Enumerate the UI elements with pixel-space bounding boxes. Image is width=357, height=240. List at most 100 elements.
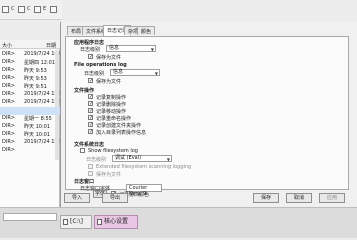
toolbar-item-3[interactable]: E: [43, 6, 46, 12]
file-ops-log-level-select[interactable]: 信息 ▼: [110, 69, 160, 76]
taskbar-tab-settings[interactable]: 核心设置: [94, 215, 138, 229]
file-row-date: 昨天 9:51: [24, 84, 47, 90]
chevron-down-icon: ▼: [150, 47, 154, 52]
app-log-save-checkbox[interactable]: ✓: [88, 54, 93, 60]
file-row-size: DIR>: [2, 67, 15, 73]
file-list-scrollbar[interactable]: [55, 50, 59, 160]
chevron-down-icon: ▼: [166, 157, 170, 162]
toolbar-item-1[interactable]: C: [11, 6, 15, 12]
app-log-level-label: 日志级别: [80, 47, 101, 53]
file-op-checkbox[interactable]: ✓: [88, 115, 93, 121]
column-header-date[interactable]: 日期: [46, 42, 56, 49]
file-row-size: DIR>: [2, 91, 15, 97]
file-ops-log-save-label: 保存为文件: [96, 79, 122, 85]
drive-icon: [63, 219, 68, 225]
column-header-size[interactable]: 大小: [2, 42, 12, 49]
section-file-ops: 文件操作: [74, 88, 95, 94]
chevron-down-icon: ▼: [154, 71, 158, 76]
app-log-save-label: 保存为文件: [96, 55, 122, 61]
drive-icon[interactable]: [2, 6, 9, 13]
cancel-button[interactable]: 取消: [286, 193, 312, 203]
fs-log-level-label: 日志级别: [86, 157, 107, 163]
file-row-date: 昨天 10:01: [24, 132, 50, 138]
file-op-checkbox[interactable]: ✓: [88, 108, 93, 114]
fs-log-level-select[interactable]: 调试 (Eval) ▼: [112, 155, 172, 162]
file-op-checkbox[interactable]: ✓: [88, 101, 93, 107]
file-row-size: DIR>: [2, 147, 15, 153]
file-row[interactable]: DIR> 星期一 8:55: [0, 114, 60, 122]
toolbar: C C E: [0, 0, 62, 20]
file-op-label: 记录删除操作: [96, 102, 127, 108]
file-row-date: 星期一 8:55: [24, 116, 52, 122]
disk-icon[interactable]: [34, 6, 41, 13]
section-log-window: 日志窗口: [74, 179, 95, 185]
options-dialog: 布局 文件系统 日志记录 杂项 颜色 应用程序日志 日志级别 信息 ▼ ✓ 保存…: [60, 22, 357, 207]
selected-row-highlight: [0, 107, 62, 115]
section-app-log: 应用程序日志: [74, 40, 105, 46]
file-row-size: DIR>: [2, 131, 15, 137]
file-row-size: DIR>: [2, 51, 15, 57]
import-button[interactable]: 导入: [64, 193, 90, 203]
file-row[interactable]: DIR> 昨天 9:53: [0, 66, 60, 74]
app-log-level-value: 信息: [109, 45, 120, 51]
fs-log-save-label: 保存为文件: [96, 172, 122, 178]
fs-log-show-label: Show filesystem log: [88, 148, 138, 154]
file-row-size: DIR>: [2, 99, 15, 105]
file-row-date: 星期四 12:01: [24, 60, 55, 66]
file-op-checkbox[interactable]: ✓: [88, 129, 93, 135]
file-list-header: 大小 日期: [0, 40, 60, 49]
file-op-label: 记录重命名操作: [96, 116, 132, 122]
apply-button[interactable]: 应用: [319, 193, 345, 203]
file-list: 大小 日期 DIR> 2019/7/24 16:01 DIR> 星期四 12:01 DI…: [0, 40, 66, 207]
file-row[interactable]: DIR> 昨天 10:01: [0, 130, 60, 138]
file-row-size: DIR>: [2, 83, 15, 89]
section-fs-log: 文件系统日志: [74, 142, 105, 148]
file-row-size: DIR>: [2, 75, 15, 81]
fs-log-show-checkbox[interactable]: [80, 148, 85, 153]
gear-icon: [97, 219, 102, 225]
save-button[interactable]: 保存: [253, 193, 279, 203]
grid-icon[interactable]: [50, 6, 57, 13]
file-row[interactable]: DIR> 昨天 10:01: [0, 122, 60, 130]
file-row-date: 昨天 10:01: [24, 124, 50, 130]
export-button[interactable]: 导出: [102, 193, 128, 203]
taskbar-tab-drive[interactable]: [C:\]: [60, 215, 92, 229]
file-row-size: DIR>: [2, 115, 15, 121]
file-row[interactable]: DIR> 昨天 9:53: [0, 74, 60, 82]
file-op-checkbox[interactable]: ✓: [88, 122, 93, 128]
taskbar-tab-settings-label: 核心设置: [104, 218, 129, 225]
file-row[interactable]: DIR> 2019/7/24 15:59: [0, 90, 66, 98]
fs-log-extended-label: Extended filesystem scanning logging: [96, 164, 192, 170]
fs-log-extended-checkbox[interactable]: [88, 164, 93, 169]
bottom-taskbar: [C:\] 核心设置: [0, 207, 357, 238]
file-op-label: 记录移动操作: [96, 109, 127, 115]
fs-log-level-value: 调试 (Eval): [115, 155, 142, 161]
file-row[interactable]: DIR> 2019/7/24 15:59: [0, 138, 66, 146]
folder-icon[interactable]: [18, 6, 25, 13]
tab-colors[interactable]: 颜色: [137, 26, 156, 35]
file-row-date: 昨天 9:53: [24, 68, 47, 74]
file-row[interactable]: DIR>: [0, 146, 60, 154]
file-op-checkbox[interactable]: ✓: [88, 94, 93, 100]
section-file-ops-log: File operations log: [74, 62, 127, 68]
file-row[interactable]: DIR> 2019/7/24 16:01: [0, 50, 66, 58]
file-op-label: 加入目录列表操作信息: [96, 130, 147, 136]
file-row-size: DIR>: [2, 59, 15, 65]
file-row-date: 昨天 9:53: [24, 76, 47, 82]
file-op-label: 记录复制操作: [96, 95, 127, 101]
file-row-size: DIR>: [2, 123, 15, 129]
file-ops-log-level-value: 信息: [113, 69, 124, 75]
file-ops-log-level-label: 日志级别: [84, 71, 105, 77]
app-log-level-select[interactable]: 信息 ▼: [106, 45, 156, 52]
toolbar-item-2[interactable]: C: [27, 6, 31, 12]
file-row[interactable]: DIR> 2019/7/24 15:58: [0, 98, 66, 106]
file-op-label: 记录创建文件夹操作: [96, 123, 142, 129]
path-field[interactable]: [3, 213, 57, 221]
fs-log-save-checkbox[interactable]: [88, 171, 93, 176]
file-row[interactable]: DIR> 星期四 12:01: [0, 58, 60, 66]
file-row-size: DIR>: [2, 139, 15, 145]
file-ops-log-save-checkbox[interactable]: ✓: [88, 78, 93, 84]
logging-panel: 应用程序日志 日志级别 信息 ▼ ✓ 保存为文件 File operations…: [65, 36, 349, 197]
file-row[interactable]: DIR> 昨天 9:51: [0, 82, 60, 90]
taskbar-tab-drive-label: [C:\]: [70, 218, 83, 225]
